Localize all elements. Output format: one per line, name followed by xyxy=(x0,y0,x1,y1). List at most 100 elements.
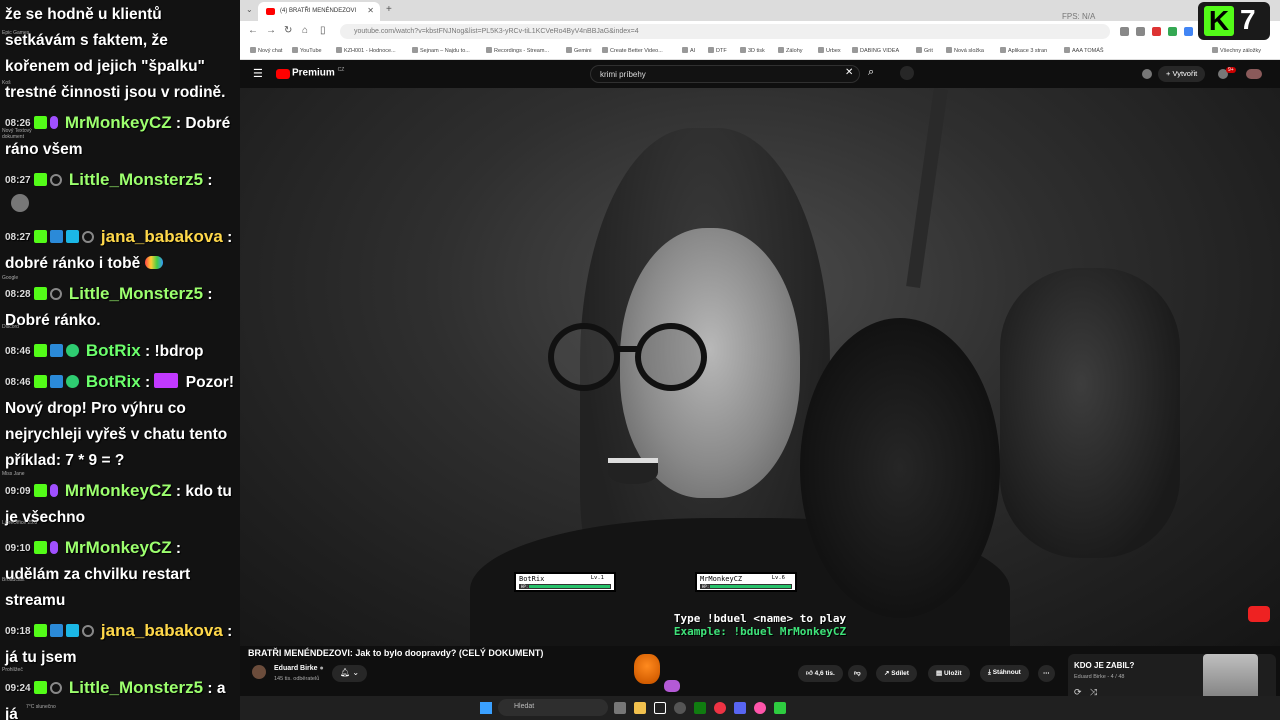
chat-time: 09:09 xyxy=(5,486,31,497)
bookmark-item[interactable]: Aplikace 3 stran xyxy=(1000,47,1047,54)
bookmark-item[interactable]: Zálohy xyxy=(778,47,803,54)
kick-badge-icon xyxy=(33,344,47,357)
tab-close-icon[interactable]: ✕ xyxy=(367,6,374,15)
bookmark-star-icon[interactable] xyxy=(1136,27,1145,36)
glasses-left-shape xyxy=(548,323,620,391)
youtube-logo-icon[interactable] xyxy=(276,69,290,79)
bookmark-item[interactable]: AAA TOMÁŠ xyxy=(1064,47,1104,54)
bookmark-item[interactable]: AI xyxy=(682,47,695,54)
chrome-icon[interactable] xyxy=(714,702,726,714)
chat-message: 09:24 Little_Monsterz5 : a já xyxy=(0,671,240,720)
share-label: Sdílet xyxy=(891,670,909,677)
chat-time: 09:18 xyxy=(5,626,31,637)
file-explorer-icon[interactable] xyxy=(634,702,646,714)
bookmark-item[interactable]: Gemini xyxy=(566,47,591,54)
bookmark-item[interactable]: Nová složka xyxy=(946,47,984,54)
chat-username[interactable]: jana_babakova xyxy=(101,227,223,246)
home-icon[interactable]: ⌂ xyxy=(302,25,308,36)
settings-icon[interactable] xyxy=(674,702,686,714)
create-button[interactable]: + Vytvořit xyxy=(1158,66,1206,82)
dislike-button[interactable]: 👎︎ xyxy=(848,665,867,682)
bookmark-item[interactable]: DABING VIDEA xyxy=(852,47,899,54)
subscriber-count: 145 tis. odběratelů xyxy=(274,676,320,682)
more-actions-button[interactable]: ⋯ xyxy=(1038,665,1055,682)
bookmark-item[interactable]: 3D tisk xyxy=(740,47,765,54)
tab-title: (4) BRATŘI MENÉNDEZOVI xyxy=(280,8,357,14)
download-button[interactable]: ⤓ Stáhnout xyxy=(980,665,1029,682)
like-button[interactable]: 👍︎ 4,6 tis. xyxy=(798,665,843,682)
bookmark-item[interactable]: DTF xyxy=(708,47,727,54)
reload-icon[interactable]: ↻ xyxy=(284,25,292,36)
video-player[interactable]: BotRix Lv.1 HP: MrMonkeyCZ Lv.6 HP: Type… xyxy=(240,88,1280,646)
desktop-icon-label[interactable]: Miss Jane xyxy=(2,471,25,477)
channel-name[interactable]: Eduard Birke ● xyxy=(274,665,324,672)
app-icon[interactable] xyxy=(754,702,766,714)
discord-icon[interactable] xyxy=(734,702,746,714)
search-icon[interactable]: ⌕ xyxy=(868,66,886,82)
extension-icon[interactable] xyxy=(1152,27,1161,36)
mic-badge-icon xyxy=(49,484,58,497)
bookmark-item[interactable]: Urbex xyxy=(818,47,841,54)
chat-time: 09:24 xyxy=(5,683,31,694)
cast-icon[interactable] xyxy=(1120,27,1129,36)
tab-youtube[interactable]: (4) BRATŘI MENÉNDEZOVI ✕ xyxy=(258,2,380,21)
share-button[interactable]: ↗ Sdílet xyxy=(876,665,917,682)
bookmark-item[interactable]: Grit xyxy=(916,47,933,54)
bookmark-item[interactable]: YouTube xyxy=(292,47,322,54)
clear-search-icon[interactable]: ✕ xyxy=(845,67,853,78)
xbox-icon[interactable] xyxy=(694,702,706,714)
desktop-icon-label[interactable]: Discord xyxy=(2,324,19,330)
desktop-icon-label[interactable]: Google xyxy=(2,275,18,281)
chat-username[interactable]: MrMonkeyCZ xyxy=(65,481,172,500)
bookmark-item[interactable]: Nový chat xyxy=(250,47,282,54)
chat-username[interactable]: Little_Monsterz5 xyxy=(69,170,203,189)
chat-username[interactable]: MrMonkeyCZ xyxy=(65,113,172,132)
create-label: Vytvořit xyxy=(1172,69,1198,78)
menu-icon[interactable]: ☰ xyxy=(253,67,263,80)
viewer-count: 7 xyxy=(1240,4,1256,35)
address-bar[interactable]: youtube.com/watch?v=kbstFNJNog&list=PL5K… xyxy=(340,24,1110,39)
avatar[interactable] xyxy=(1246,69,1262,79)
forward-icon[interactable]: → xyxy=(266,25,276,36)
tab-search-icon[interactable]: ⌄ xyxy=(246,5,253,14)
youtube-watermark-icon[interactable] xyxy=(1248,606,1270,622)
youtube-brand[interactable]: Premium CZ xyxy=(292,67,344,78)
play-icon[interactable] xyxy=(774,702,786,714)
chat-username[interactable]: jana_babakova xyxy=(101,621,223,640)
new-tab-icon[interactable]: + xyxy=(386,4,392,15)
extension-icon[interactable] xyxy=(1184,27,1193,36)
desktop-icon-label[interactable]: Nový Textový dokument xyxy=(2,128,42,140)
save-button[interactable]: ▤ Uložit xyxy=(928,665,970,682)
voice-search-icon[interactable] xyxy=(900,66,914,80)
tiktok-icon[interactable] xyxy=(654,702,666,714)
weather-widget[interactable]: 7°C slunečno xyxy=(26,704,56,710)
subscribe-bell-button[interactable]: 🔔︎ ⌄ xyxy=(332,665,367,682)
bookmark-item[interactable]: Recordings - Stream... xyxy=(486,47,549,54)
taskbar-search-input[interactable]: Hledat xyxy=(498,699,608,716)
bookmark-item[interactable]: Sejnam – Najdu to... xyxy=(412,47,470,54)
desktop-icon-label[interactable]: Epic Games xyxy=(2,30,29,36)
bookmark-item[interactable]: KZH001 - Hodnoce... xyxy=(336,47,396,54)
chat-username[interactable]: Little_Monsterz5 xyxy=(69,284,203,303)
chat-username[interactable]: Little_Monsterz5 xyxy=(69,678,203,697)
bookmark-item[interactable]: Všechny záložky xyxy=(1212,47,1261,54)
task-view-icon[interactable] xyxy=(614,702,626,714)
desktop-icon-label[interactable]: LibreOffice 25.8 xyxy=(2,520,42,526)
channel-avatar[interactable] xyxy=(252,665,266,679)
cast-icon[interactable] xyxy=(1142,69,1152,79)
chat-username[interactable]: BotRix xyxy=(86,341,141,360)
desktop-icon-label[interactable]: Koš xyxy=(2,80,11,86)
bookmark-item[interactable]: Create Better Video... xyxy=(602,47,663,54)
desktop-icon-label[interactable]: Prohlížeč xyxy=(2,667,23,673)
chat-username[interactable]: BotRix xyxy=(86,372,141,391)
sidebar-icon[interactable]: ▯ xyxy=(320,25,326,36)
back-icon[interactable]: ← xyxy=(248,25,258,36)
search-input[interactable]: krimi príbehy xyxy=(590,65,860,83)
desktop-icon-label[interactable]: Broadcast xyxy=(2,577,25,583)
chat-message: 09:18 jana_babakova : já tu jsem xyxy=(5,621,233,666)
verified-icon: ● xyxy=(319,665,324,672)
duel-hp-box-player2: MrMonkeyCZ Lv.6 HP: xyxy=(695,572,797,592)
windows-start-icon[interactable] xyxy=(480,702,492,714)
chat-username[interactable]: MrMonkeyCZ xyxy=(65,538,172,557)
extension-icon[interactable] xyxy=(1168,27,1177,36)
